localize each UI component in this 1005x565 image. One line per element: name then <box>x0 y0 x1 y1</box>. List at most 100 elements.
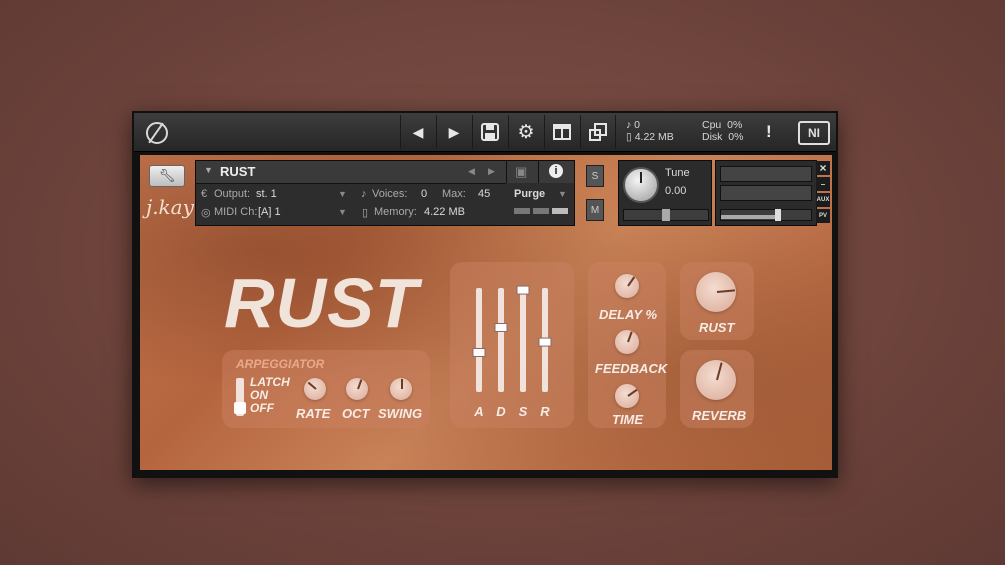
latch-switch[interactable] <box>234 378 246 416</box>
minimize-instrument-button[interactable]: – <box>816 177 830 191</box>
level-meter-right <box>720 185 812 201</box>
delay-section: DELAY % FEEDBACK TIME <box>588 262 667 428</box>
octave-knob[interactable] <box>346 378 368 400</box>
envelope-section: ADSR <box>450 262 574 428</box>
reverb-section: REVERB <box>680 350 754 428</box>
adsr-handle-a[interactable] <box>472 347 486 357</box>
next-snapshot-icon[interactable]: ▶ <box>488 166 495 177</box>
adsr-handle-d[interactable] <box>494 323 508 333</box>
layout-icon <box>553 124 571 140</box>
instrument-header: ▼ RUST ◀ ▶ ▣ i € Output: st. 1 ▼ ♪ Voice… <box>195 160 575 226</box>
settings-button[interactable]: ⚙ <box>508 115 543 149</box>
tune-value[interactable]: 0.00 <box>665 185 686 197</box>
rust-label: RUST <box>699 320 735 335</box>
disk-value: 0% <box>728 131 744 143</box>
instrument-name[interactable]: RUST <box>220 164 255 179</box>
snapshot-button[interactable]: ▣ <box>506 161 539 183</box>
output-label: Output: <box>214 188 251 200</box>
voices-icon: ♪ <box>361 188 367 200</box>
adsr-label-d: D <box>496 404 506 419</box>
latch-switch-handle[interactable] <box>234 402 246 414</box>
memory-total: 4.22 MB <box>634 131 674 143</box>
close-instrument-button[interactable]: × <box>816 161 830 175</box>
output-value[interactable]: st. 1 <box>256 188 277 200</box>
purge-meter-1 <box>514 208 530 214</box>
voices-icon: ♪ <box>626 119 635 131</box>
ni-logo-button[interactable]: NI <box>798 121 830 145</box>
save-button[interactable] <box>472 115 507 149</box>
voices-value: 0 <box>421 188 428 200</box>
latch-label: LATCH ON OFF <box>250 376 290 415</box>
aux-button[interactable]: AUX <box>816 193 830 207</box>
kontakt-logo-icon[interactable] <box>146 122 168 144</box>
purge-dropdown-icon[interactable]: ▼ <box>558 189 567 199</box>
reverb-label: REVERB <box>692 408 747 423</box>
prev-snapshot-icon[interactable]: ◀ <box>468 166 475 177</box>
gear-icon: ⚙ <box>517 121 535 143</box>
time-knob[interactable] <box>615 384 639 408</box>
voices-status: ♪ 0 ▯ 4.22 MB <box>626 119 674 143</box>
solo-button[interactable]: S <box>586 165 604 187</box>
envelope-sliders[interactable]: ADSR <box>450 262 574 428</box>
info-button[interactable]: i <box>538 161 574 183</box>
rust-knob[interactable] <box>696 272 736 312</box>
level-meter <box>715 160 817 226</box>
resize-button[interactable] <box>580 115 616 149</box>
adsr-handle-r[interactable] <box>538 337 552 347</box>
voices-label: Voices: <box>372 188 408 200</box>
purge-menu[interactable]: Purge <box>514 188 545 200</box>
rust-section: RUST <box>680 262 754 340</box>
instrument-name-row: ▼ RUST ◀ ▶ <box>196 161 506 184</box>
delay-mix-label: DELAY % <box>599 307 658 322</box>
cpu-label: Cpu <box>702 119 722 131</box>
octave-label: OCT <box>342 406 370 421</box>
volume-slider-handle[interactable] <box>775 209 781 221</box>
triangle-right-icon: ▶ <box>448 123 460 140</box>
wrench-icon: 🔧︎ <box>158 168 176 183</box>
arpeggiator-heading: ARPEGGIATOR <box>236 357 325 371</box>
swing-knob[interactable] <box>390 378 412 400</box>
adsr-label-r: R <box>540 404 550 419</box>
tune-knob[interactable] <box>623 167 659 203</box>
feedback-knob[interactable] <box>615 330 639 354</box>
developer-signature: j.kay <box>146 195 194 219</box>
triangle-left-icon: ◀ <box>412 123 424 140</box>
resize-icon <box>589 123 607 141</box>
camera-icon: ▣ <box>515 164 528 179</box>
adsr-track-a[interactable] <box>476 288 482 392</box>
pan-slider[interactable] <box>623 209 709 221</box>
midi-dropdown-icon[interactable]: ▼ <box>338 207 347 217</box>
reverb-knob[interactable] <box>696 360 736 400</box>
tune-label: Tune <box>665 167 690 179</box>
mute-button[interactable]: M <box>586 199 604 221</box>
purge-meter-3 <box>552 208 568 214</box>
next-instrument-button[interactable]: ▶ <box>436 115 471 149</box>
output-dropdown-icon[interactable]: ▼ <box>338 189 347 199</box>
swing-label: SWING <box>378 406 423 421</box>
instrument-options-button[interactable]: 🔧︎ <box>149 165 185 187</box>
rate-knob[interactable] <box>304 378 326 400</box>
tune-section: Tune 0.00 <box>618 160 712 226</box>
adsr-label-s: S <box>519 404 528 419</box>
info-icon: i <box>549 164 563 178</box>
delay-mix-knob[interactable] <box>615 274 639 298</box>
adsr-track-d[interactable] <box>498 288 504 392</box>
view-button[interactable] <box>544 115 579 149</box>
cpu-disk-status: Cpu 0% Disk 0% <box>702 119 743 143</box>
time-label: TIME <box>612 412 644 427</box>
max-voices-value[interactable]: 45 <box>478 188 490 200</box>
adsr-label-a: A <box>473 404 483 419</box>
expand-arrow-icon[interactable]: ▼ <box>204 165 213 175</box>
prev-instrument-button[interactable]: ◀ <box>400 115 435 149</box>
pan-slider-handle[interactable] <box>662 209 670 221</box>
pv-button[interactable]: PV <box>816 209 830 223</box>
adsr-track-s[interactable] <box>520 288 526 392</box>
instrument-window: ◀ ▶ ⚙ ♪ 0 ▯ 4.22 MB Cpu 0% Disk 0% ! NI … <box>132 111 838 478</box>
arpeggiator-section: ARPEGGIATOR LATCH ON OFF RATE OCT SWING <box>222 350 430 428</box>
memory-label: Memory: <box>374 206 417 218</box>
volume-slider[interactable] <box>720 209 812 221</box>
warning-indicator[interactable]: ! <box>766 122 772 142</box>
instrument-panel: 🔧︎ j.kay ▼ RUST ◀ ▶ ▣ i € Output: st. 1 … <box>140 155 832 470</box>
adsr-handle-s[interactable] <box>516 285 530 295</box>
midi-channel-value[interactable]: [A] 1 <box>258 206 281 218</box>
